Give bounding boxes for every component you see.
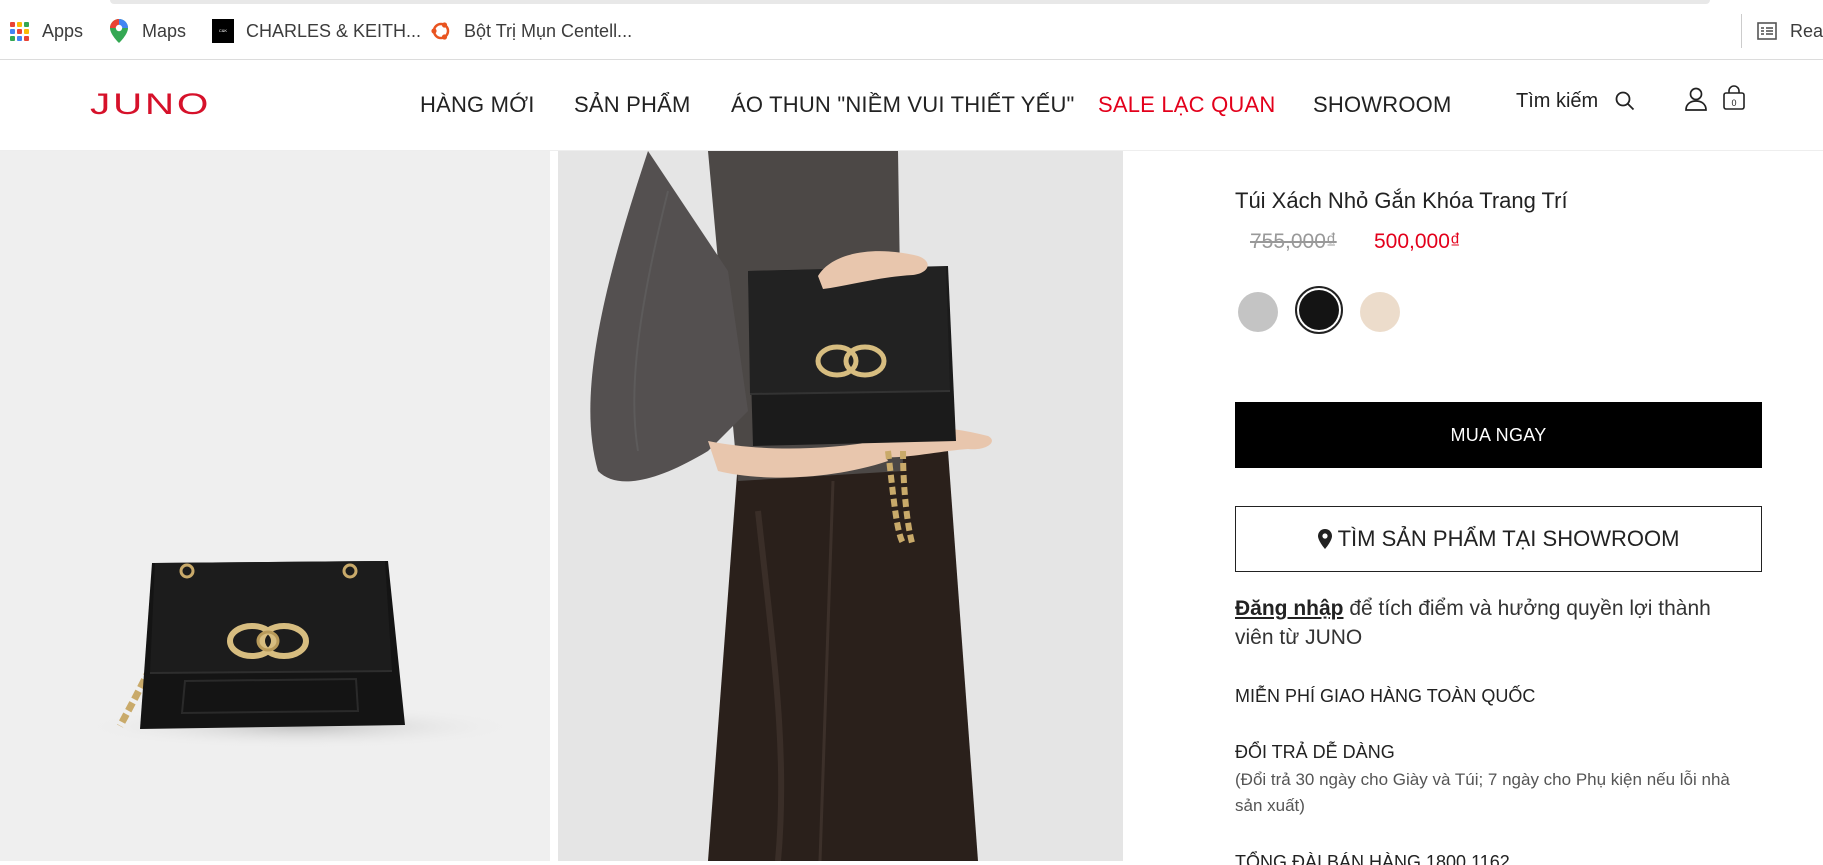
- nav-hang-moi[interactable]: HÀNG MỚI: [420, 92, 535, 118]
- search-icon[interactable]: [1614, 90, 1636, 117]
- original-price: 755,000₫: [1250, 230, 1337, 253]
- nav-ao-thun[interactable]: ÁO THUN "NIỀM VUI THIẾT YẾU": [731, 92, 1075, 118]
- ubuntu-logo-icon: [430, 20, 452, 42]
- buy-now-button[interactable]: MUA NGAY: [1235, 402, 1762, 468]
- find-in-showroom-label: TÌM SẢN PHẨM TẠI SHOWROOM: [1337, 526, 1680, 551]
- bookmarks-bar: Apps Maps C&K CHARLES & KEITH... Bột Trị…: [0, 0, 1823, 60]
- product-title: Túi Xách Nhỏ Gắn Khóa Trang Trí: [1235, 188, 1568, 213]
- bookmark-apps[interactable]: Apps: [8, 19, 83, 43]
- login-link[interactable]: Đăng nhập: [1235, 597, 1344, 620]
- hotline-text: TỔNG ĐÀI BÁN HÀNG 1800 1162: [1235, 852, 1510, 865]
- site-header: JUNO HÀNG MỚI SẢN PHẨM ÁO THUN "NIỀM VUI…: [0, 60, 1823, 151]
- bookmark-label: Maps: [142, 20, 187, 41]
- nav-san-pham[interactable]: SẢN PHẨM: [574, 92, 691, 118]
- cart-count: 0: [1731, 98, 1736, 108]
- bookmark-bot-tri-mun[interactable]: Bột Trị Mụn Centell...: [430, 19, 632, 43]
- bookmark-label: Rea: [1790, 20, 1823, 41]
- returns-title: ĐỔI TRẢ DỄ DÀNG: [1235, 742, 1395, 762]
- login-promo: Đăng nhập để tích điểm và hưởng quyền lợ…: [1235, 594, 1755, 652]
- color-swatch-beige[interactable]: [1360, 292, 1400, 332]
- free-shipping-text: MIỄN PHÍ GIAO HÀNG TOÀN QUỐC: [1235, 686, 1536, 706]
- bookmark-label: CHARLES & KEITH...: [246, 20, 422, 41]
- bookmark-label: Bột Trị Mụn Centell...: [464, 20, 633, 41]
- apps-grid-icon: [8, 20, 30, 42]
- color-swatch-black[interactable]: [1299, 290, 1339, 330]
- cart-icon[interactable]: 0: [1722, 85, 1746, 116]
- nav-sale-lac-quan[interactable]: SALE LẠC QUAN: [1098, 92, 1275, 118]
- search-label[interactable]: Tìm kiếm: [1516, 90, 1598, 113]
- product-image-model[interactable]: [558, 151, 1123, 861]
- user-icon[interactable]: [1684, 86, 1708, 117]
- maps-pin-icon: [108, 19, 130, 43]
- color-swatch-grey[interactable]: [1238, 292, 1278, 332]
- address-bar-edge: [110, 0, 1710, 4]
- bookmark-charles-keith[interactable]: C&K CHARLES & KEITH...: [212, 19, 421, 43]
- nav-showroom[interactable]: SHOWROOM: [1313, 92, 1451, 118]
- bookmark-separator: [1741, 14, 1742, 48]
- juno-logo[interactable]: JUNO: [90, 88, 211, 122]
- bookmark-maps[interactable]: Maps: [108, 19, 186, 43]
- returns-detail: (Đổi trả 30 ngày cho Giày và Túi; 7 ngày…: [1235, 770, 1730, 815]
- reading-list-icon: [1756, 20, 1778, 42]
- reading-list-button[interactable]: Rea: [1756, 19, 1823, 43]
- bookmark-label: Apps: [42, 20, 84, 41]
- charles-keith-logo-icon: C&K: [212, 19, 234, 43]
- sale-price: 500,000₫: [1374, 230, 1461, 253]
- find-in-showroom-button[interactable]: TÌM SẢN PHẨM TẠI SHOWROOM: [1235, 506, 1762, 572]
- map-marker-icon: [1317, 529, 1332, 549]
- product-image-front[interactable]: [0, 151, 550, 861]
